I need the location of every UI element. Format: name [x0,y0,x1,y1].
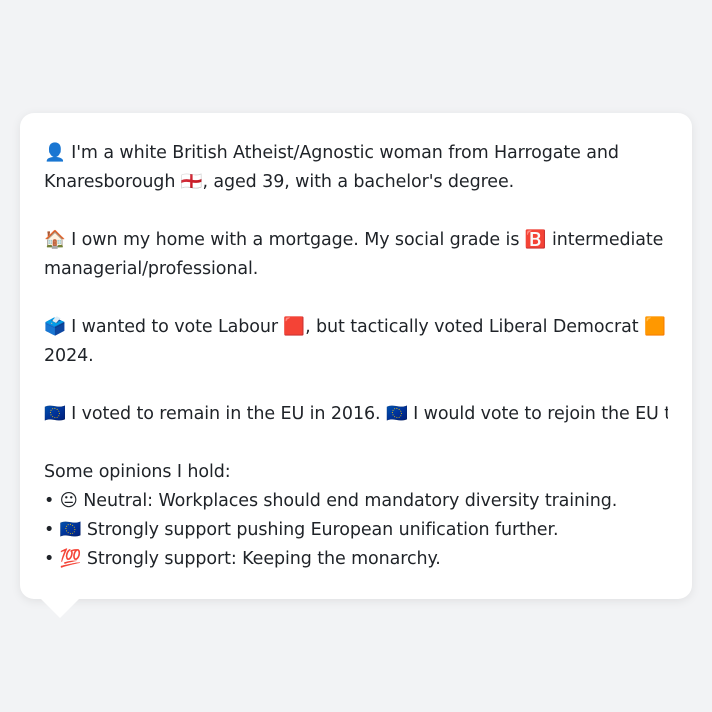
opinions-heading: Some opinions I hold: [44,462,231,482]
message-bubble: 👤 I'm a white British Atheist/Agnostic w… [20,113,692,599]
opinion-item: • 😐 Neutral: Workplaces should end manda… [44,491,618,511]
home-line-2: managerial/professional. [44,259,259,279]
home-line-1: 🏠 I own my home with a mortgage. My soci… [44,230,664,250]
identity-line-2: Knaresborough 🏴󠁧󠁢󠁥󠁮󠁧󠁿, aged 39, with a b… [44,172,515,192]
bubble-tail [40,598,80,618]
opinion-item: • 🇪🇺 Strongly support pushing European u… [44,520,559,540]
eu-line: 🇪🇺 I voted to remain in the EU in 2016. … [44,404,668,424]
vote-line-1: 🗳️ I wanted to vote Labour 🟥, but tactic… [44,317,668,337]
vote-line-2: 2024. [44,346,94,366]
opinion-item: • 💯 Strongly support: Keeping the monarc… [44,549,441,569]
identity-line-1: 👤 I'm a white British Atheist/Agnostic w… [44,143,619,163]
